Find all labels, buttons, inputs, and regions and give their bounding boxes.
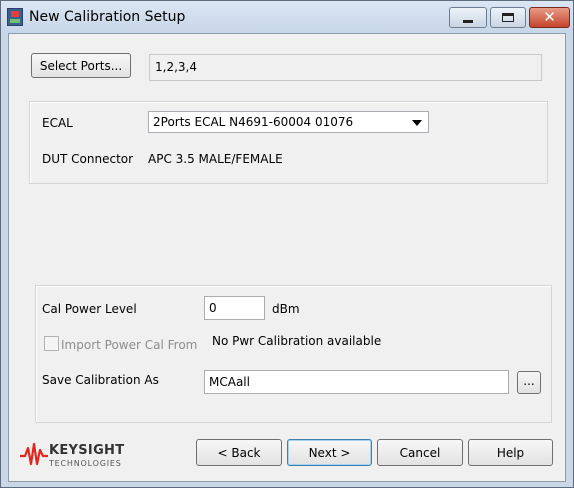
ecal-select-value: 2Ports ECAL N4691-60004 01076 (153, 115, 354, 129)
keysight-wave-icon (20, 442, 48, 466)
cal-power-level-input[interactable]: 0 (204, 296, 265, 320)
back-button[interactable]: < Back (196, 439, 282, 466)
logo-sub-text: TECHNOLOGIES (49, 459, 122, 468)
import-power-cal-label: Import Power Cal From (61, 338, 198, 352)
keysight-logo: KEYSIGHT TECHNOLOGIES (19, 439, 129, 469)
select-ports-button[interactable]: Select Ports... (31, 53, 131, 78)
cal-power-level-label: Cal Power Level (42, 302, 137, 316)
browse-button[interactable]: ... (517, 371, 541, 394)
import-power-cal-checkbox[interactable] (44, 336, 59, 351)
title-bar[interactable]: New Calibration Setup ✕ (1, 1, 573, 33)
ecal-label: ECAL (42, 116, 73, 130)
window-title: New Calibration Setup (29, 9, 186, 25)
save-calibration-input[interactable]: MCAall (204, 370, 509, 394)
save-calibration-label: Save Calibration As (42, 373, 159, 387)
help-button[interactable]: Help (468, 439, 553, 466)
next-button[interactable]: Next > (287, 439, 372, 466)
dut-connector-label: DUT Connector (42, 152, 134, 166)
selected-ports-field: 1,2,3,4 (149, 54, 542, 81)
close-button[interactable]: ✕ (529, 7, 570, 28)
dialog-body: Select Ports... 1,2,3,4 ECAL 2Ports ECAL… (8, 33, 566, 482)
power-unit-label: dBm (272, 302, 300, 316)
cancel-button[interactable]: Cancel (377, 439, 463, 466)
minimize-icon (463, 20, 473, 23)
minimize-button[interactable] (449, 7, 487, 28)
maximize-icon (502, 13, 514, 22)
dut-connector-value: APC 3.5 MALE/FEMALE (148, 152, 283, 166)
ecal-select[interactable]: 2Ports ECAL N4691-60004 01076 (148, 111, 429, 133)
calibration-setup-window: New Calibration Setup ✕ Select Ports... … (0, 0, 574, 488)
close-icon: ✕ (543, 8, 556, 26)
chevron-down-icon[interactable] (412, 120, 422, 126)
pwr-cal-status: No Pwr Calibration available (212, 334, 382, 348)
keysight-app-icon[interactable] (7, 8, 23, 26)
logo-brand-text: KEYSIGHT (49, 443, 125, 458)
maximize-button[interactable] (490, 7, 526, 28)
